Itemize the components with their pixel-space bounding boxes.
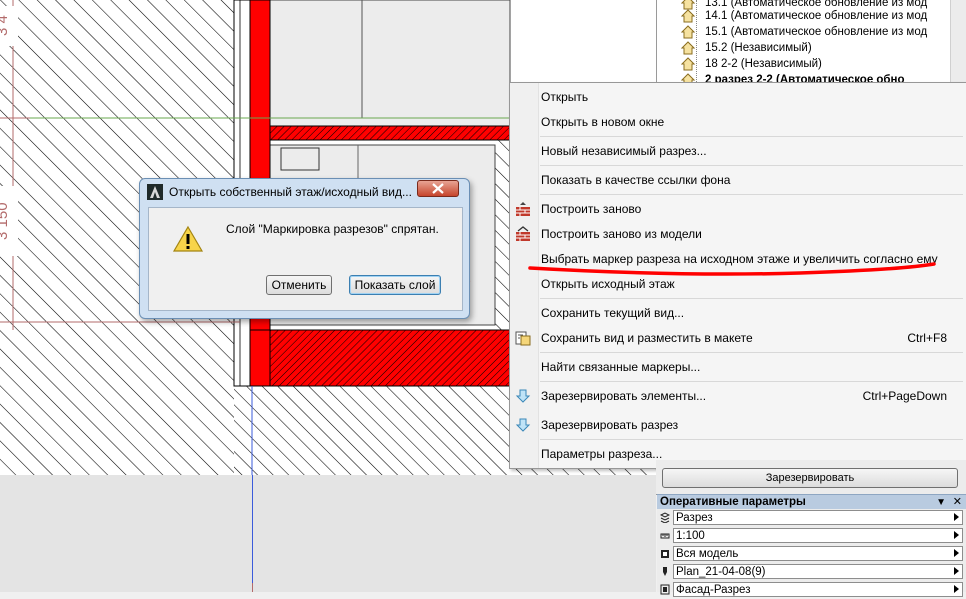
- warning-icon: [172, 225, 204, 252]
- navigator-item[interactable]: 14.1 (Автоматическое обновление из мод: [681, 8, 928, 24]
- quick-option-dimension[interactable]: Фасад-Разрез: [657, 581, 966, 599]
- chevron-right-icon: [954, 513, 959, 521]
- hidden-layer-dialog[interactable]: Открыть собственный этаж/исходный вид...…: [139, 178, 470, 319]
- cancel-button[interactable]: Отменить: [266, 275, 332, 295]
- quick-option-pen-set[interactable]: Plan_21-04-08(9): [657, 563, 966, 581]
- menu-item-label: Параметры разреза...: [541, 447, 663, 461]
- navigator-item[interactable]: 18 2-2 (Независимый): [681, 56, 822, 72]
- axis-line: [252, 475, 253, 592]
- dimension-label-150: 3 150: [0, 186, 18, 256]
- menu-item-rebuild[interactable]: Построить заново: [516, 198, 957, 220]
- menu-item-label: Открыть: [541, 90, 589, 104]
- menu-item-label: Открыть исходный этаж: [541, 277, 675, 291]
- archicad-logo-icon: [147, 184, 163, 200]
- menu-item-find-linked-markers[interactable]: Найти связанные маркеры...: [541, 356, 957, 378]
- menu-item-save-view-place-layout[interactable]: Сохранить вид и разместить в макете Ctrl…: [515, 327, 957, 349]
- menu-item-show-as-trace[interactable]: Показать в качестве ссылки фона: [541, 169, 957, 191]
- menu-item-new-independent-section[interactable]: Новый независимый разрез...: [541, 140, 957, 162]
- section-house-icon: [681, 25, 695, 39]
- menu-item-shortcut: Ctrl+PageDown: [862, 389, 947, 403]
- navigator-item-label: 15.1 (Автоматическое обновление из мод: [705, 26, 928, 38]
- section-house-icon: [681, 41, 695, 55]
- navigator-item[interactable]: 15.1 (Автоматическое обновление из мод: [681, 24, 928, 40]
- quick-option-model-view[interactable]: Вся модель: [657, 545, 966, 563]
- quick-option-value: 1:100: [676, 530, 705, 542]
- menu-separator: [540, 194, 963, 195]
- quick-option-value: Plan_21-04-08(9): [676, 566, 766, 578]
- navigator-item-label: 15.2 (Независимый): [705, 42, 812, 54]
- rebuild-from-model-icon: [516, 226, 530, 241]
- quick-option-scale[interactable]: 1:100: [657, 527, 966, 545]
- quick-option-layer[interactable]: Разрез: [657, 509, 966, 527]
- rebuild-icon: [516, 202, 530, 216]
- menu-item-label: Сохранить текущий вид...: [541, 306, 685, 320]
- reserve-icon: [515, 389, 531, 403]
- dialog-close-button[interactable]: [417, 180, 459, 197]
- reserve-icon: [515, 418, 531, 432]
- drawing-empty-area: [0, 475, 656, 592]
- axis-line-end: [252, 583, 253, 592]
- navigator-item[interactable]: 15.2 (Независимый): [681, 40, 812, 56]
- menu-item-label: Выбрать маркер разреза на исходном этаже…: [541, 252, 938, 266]
- chevron-right-icon: [954, 549, 959, 557]
- menu-item-reserve-section[interactable]: Зарезервировать разрез: [515, 414, 957, 436]
- menu-item-open-source-story[interactable]: Открыть исходный этаж: [541, 273, 957, 295]
- dialog-message: Слой "Маркировка разрезов" спрятан.: [226, 222, 439, 236]
- menu-item-open[interactable]: Открыть: [541, 86, 957, 108]
- quick-option-value: Разрез: [676, 512, 713, 524]
- save-place-layout-icon: [515, 331, 531, 346]
- menu-item-rebuild-from-model[interactable]: Построить заново из модели: [516, 223, 957, 245]
- collapse-arrow-icon[interactable]: ▼: [936, 495, 946, 510]
- scale-icon: [660, 533, 670, 539]
- close-panel-icon[interactable]: ✕: [953, 495, 962, 510]
- dimension-icon: [660, 584, 670, 595]
- menu-icon-gutter: [510, 83, 539, 468]
- menu-item-label: Сохранить вид и разместить в макете: [541, 331, 753, 345]
- menu-separator: [540, 439, 963, 440]
- dimension-label-top: 3 4: [0, 6, 18, 46]
- menu-separator: [540, 165, 963, 166]
- dialog-title: Открыть собственный этаж/исходный вид...: [169, 185, 412, 199]
- navigator-item-label: 18 2-2 (Независимый): [705, 58, 822, 70]
- quick-option-value: Вся модель: [676, 548, 739, 560]
- section-house-icon: [681, 9, 695, 23]
- chevron-right-icon: [954, 567, 959, 575]
- pen-set-icon: [663, 567, 667, 576]
- reserve-button[interactable]: Зарезервировать: [662, 468, 958, 488]
- menu-item-label: Новый независимый разрез...: [541, 144, 707, 158]
- menu-item-label: Открыть в новом окне: [541, 115, 665, 129]
- show-layer-button[interactable]: Показать слой: [349, 275, 441, 295]
- menu-item-reserve-elements[interactable]: Зарезервировать элементы... Ctrl+PageDow…: [515, 385, 957, 407]
- menu-item-label: Найти связанные маркеры...: [541, 360, 701, 374]
- menu-separator: [540, 298, 963, 299]
- menu-item-open-new-window[interactable]: Открыть в новом окне: [541, 111, 957, 133]
- navigator-item-label: 14.1 (Автоматическое обновление из мод: [705, 10, 928, 22]
- section-house-icon: [681, 57, 695, 71]
- menu-item-label: Построить заново: [541, 202, 642, 216]
- close-icon: [432, 183, 444, 194]
- menu-item-label: Построить заново из модели: [541, 227, 702, 241]
- menu-item-select-marker-zoom[interactable]: Выбрать маркер разреза на исходном этаже…: [541, 248, 957, 270]
- menu-item-label: Зарезервировать разрез: [541, 418, 679, 432]
- menu-item-label: Зарезервировать элементы...: [541, 389, 707, 403]
- quick-options-header[interactable]: Оперативные параметры ▼ ✕: [657, 494, 966, 510]
- dialog-body: Слой "Маркировка разрезов" спрятан. Отме…: [148, 207, 463, 311]
- tree-guide-line: [696, 0, 697, 82]
- model-view-icon: [661, 550, 669, 558]
- context-menu[interactable]: Открыть Открыть в новом окне Новый незав…: [509, 82, 966, 469]
- chevron-right-icon: [954, 531, 959, 539]
- menu-separator: [540, 352, 963, 353]
- menu-separator: [540, 136, 963, 137]
- layer-icon: [660, 512, 670, 523]
- menu-separator: [540, 381, 963, 382]
- menu-item-label: Показать в качестве ссылки фона: [541, 173, 731, 187]
- quick-option-value: Фасад-Разрез: [676, 584, 751, 596]
- menu-item-shortcut: Ctrl+F8: [907, 331, 947, 345]
- menu-item-save-current-view[interactable]: Сохранить текущий вид...: [541, 302, 957, 324]
- quick-options-title: Оперативные параметры: [660, 496, 806, 508]
